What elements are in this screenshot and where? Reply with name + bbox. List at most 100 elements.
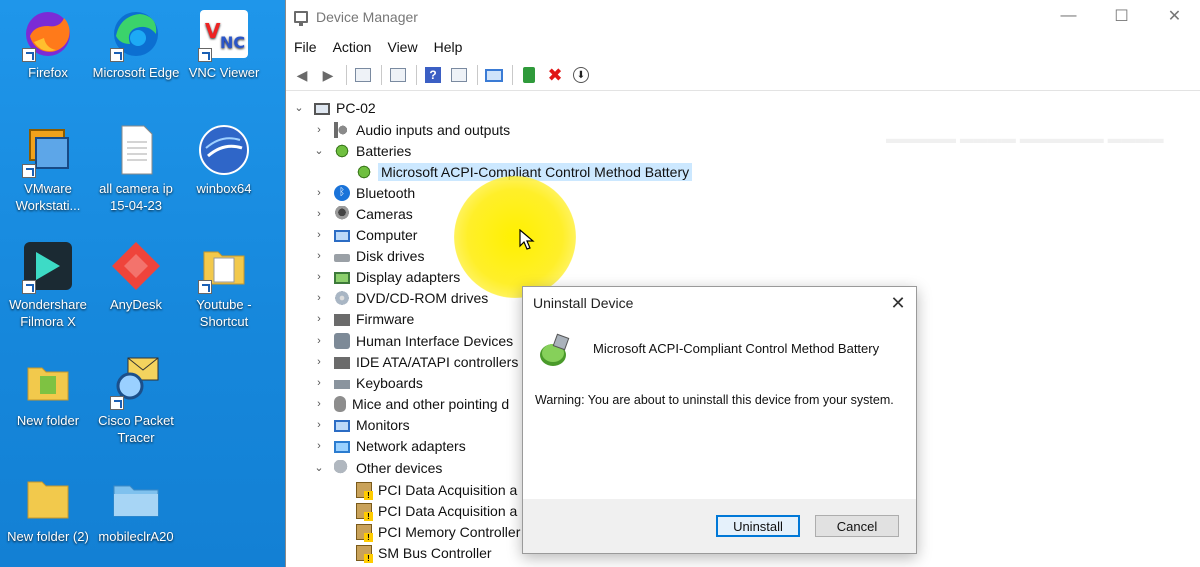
chevron-down-icon[interactable]: ⌄	[294, 101, 304, 114]
menu-view[interactable]: View	[387, 39, 417, 55]
tree-root[interactable]: ⌄ PC-02	[294, 97, 375, 118]
folder-icon	[108, 470, 164, 526]
tree-item-monitors[interactable]: › Monitors	[314, 414, 410, 435]
disable-device-button[interactable]: ⬇	[571, 65, 591, 85]
menu-action[interactable]: Action	[333, 39, 372, 55]
chevron-right-icon[interactable]: ›	[314, 187, 324, 199]
anydesk-icon	[108, 238, 164, 294]
winbox-icon	[196, 122, 252, 178]
properties-button[interactable]	[388, 65, 408, 85]
computer-icon	[314, 102, 330, 115]
keyboard-icon	[334, 380, 350, 389]
tree-item-label: Cameras	[356, 205, 413, 222]
chevron-right-icon[interactable]: ›	[314, 124, 324, 136]
minimize-button[interactable]: —	[1042, 0, 1095, 32]
chevron-right-icon[interactable]: ›	[314, 292, 324, 304]
cancel-button[interactable]: Cancel	[815, 515, 899, 537]
desktop-icon-label: Cisco Packet Tracer	[98, 413, 174, 445]
chevron-right-icon[interactable]: ›	[314, 335, 324, 347]
desktop-icon-youtube-shortcut[interactable]: Youtube - Shortcut	[178, 238, 270, 330]
tree-item-cameras[interactable]: › Cameras	[314, 203, 413, 224]
back-button[interactable]: ◀	[292, 65, 312, 85]
update-driver-button[interactable]	[519, 65, 539, 85]
tree-item-pci-memory-controller[interactable]: PCI Memory Controller	[356, 521, 520, 542]
toolbar: ◀ ▶ ? ✖ ⬇	[286, 60, 1200, 91]
desktop-icon-camera-file[interactable]: all camera ip 15-04-23	[90, 122, 182, 214]
folder-icon	[20, 354, 76, 410]
chevron-right-icon[interactable]: ›	[314, 377, 324, 389]
tree-item-label: Bluetooth	[356, 184, 416, 201]
tree-item-other-devices[interactable]: ⌄ Other devices	[314, 457, 442, 478]
forward-button[interactable]: ▶	[318, 65, 338, 85]
folder-icon	[196, 238, 252, 294]
tree-item-display-adapters[interactable]: › Display adapters	[314, 266, 460, 287]
desktop-icon-winbox[interactable]: winbox64	[178, 122, 270, 197]
menu-file[interactable]: File	[294, 39, 317, 55]
tree-item-label: PCI Data Acquisition a	[378, 481, 518, 498]
mouse-icon	[334, 395, 346, 412]
tree-item-sm-bus-controller[interactable]: SM Bus Controller	[356, 542, 492, 563]
chevron-right-icon[interactable]: ›	[314, 398, 324, 410]
red-x-icon: ✖	[547, 64, 563, 85]
help-button[interactable]: ?	[423, 65, 443, 85]
tree-item-pci-data-acquisition-2[interactable]: PCI Data Acquisition a	[356, 500, 517, 521]
chevron-right-icon[interactable]: ›	[314, 250, 324, 262]
tree-item-keyboards[interactable]: › Keyboards	[314, 372, 423, 393]
desktop-icon-label: Wondershare Filmora X	[9, 297, 87, 329]
chevron-right-icon[interactable]: ›	[314, 208, 324, 220]
uninstall-button[interactable]: Uninstall	[716, 515, 800, 537]
tree-item-firmware[interactable]: › Firmware	[314, 308, 414, 329]
menu-help[interactable]: Help	[434, 39, 463, 55]
desktop-icon-firefox[interactable]: Firefox	[2, 6, 94, 81]
chevron-down-icon[interactable]: ⌄	[314, 461, 324, 474]
tree-item-label: Audio inputs and outputs	[356, 121, 511, 138]
tree-item-ide-ata[interactable]: › IDE ATA/ATAPI controllers	[314, 351, 518, 372]
tree-item-network-adapters[interactable]: › Network adapters	[314, 435, 466, 456]
close-button[interactable]: ✕	[1148, 0, 1200, 32]
chevron-right-icon[interactable]: ›	[314, 356, 324, 368]
chevron-right-icon[interactable]: ›	[314, 271, 324, 283]
desktop-icon-anydesk[interactable]: AnyDesk	[90, 238, 182, 313]
desktop-icon-label: New folder	[16, 413, 80, 428]
shortcut-arrow-icon	[198, 280, 212, 294]
tree-item-bluetooth[interactable]: › ᛒ Bluetooth	[314, 182, 415, 203]
tree-item-computer[interactable]: › Computer	[314, 224, 417, 245]
maximize-button[interactable]: ☐	[1095, 0, 1148, 32]
chevron-right-icon[interactable]: ›	[314, 440, 324, 452]
desktop-icon-edge[interactable]: Microsoft Edge	[90, 6, 182, 81]
shortcut-arrow-icon	[110, 396, 124, 410]
tree-item-label: PCI Data Acquisition a	[378, 502, 518, 519]
warning-device-icon	[356, 502, 373, 521]
toolbar-separator	[381, 65, 382, 85]
firefox-icon	[20, 6, 76, 62]
chevron-right-icon[interactable]: ›	[314, 313, 324, 325]
chevron-right-icon[interactable]: ›	[314, 229, 324, 241]
scan-hardware-button[interactable]	[484, 65, 504, 85]
tree-item-label: Other devices	[356, 459, 443, 476]
show-hide-console-tree-button[interactable]	[353, 65, 373, 85]
chevron-right-icon[interactable]: ›	[314, 419, 324, 431]
tree-item-mice[interactable]: › Mice and other pointing d	[314, 393, 509, 414]
action-pane-button[interactable]	[449, 65, 469, 85]
desktop-icon-mobileclr[interactable]: mobileclrA20	[90, 470, 182, 545]
tree-item-disk-drives[interactable]: › Disk drives	[314, 245, 424, 266]
title-bar[interactable]: Device Manager — ☐ ✕	[286, 0, 1200, 33]
desktop-icon-vmware[interactable]: VMware Workstati...	[2, 122, 94, 214]
dialog-title-bar[interactable]: Uninstall Device	[523, 287, 916, 319]
vmware-icon	[20, 122, 76, 178]
uninstall-device-button[interactable]: ✖	[545, 65, 565, 85]
tree-item-audio[interactable]: › Audio inputs and outputs	[314, 119, 510, 140]
desktop-icon-new-folder[interactable]: New folder	[2, 354, 94, 429]
tree-item-batteries[interactable]: ⌄ Batteries	[314, 140, 411, 161]
desktop-icon-label: all camera ip 15-04-23	[99, 181, 173, 213]
desktop-icon-new-folder-2[interactable]: New folder (2)	[2, 470, 94, 545]
desktop-icon-filmora[interactable]: Wondershare Filmora X	[2, 238, 94, 330]
tree-item-dvd-cd-rom[interactable]: › DVD/CD-ROM drives	[314, 287, 488, 308]
tree-item-pci-data-acquisition-1[interactable]: PCI Data Acquisition a	[356, 479, 517, 500]
dialog-close-button[interactable]: ✕	[880, 287, 916, 319]
desktop-icon-cisco-packet-tracer[interactable]: Cisco Packet Tracer	[90, 354, 182, 446]
chevron-down-icon[interactable]: ⌄	[314, 144, 324, 157]
tree-item-hid[interactable]: › Human Interface Devices	[314, 330, 513, 351]
hid-icon	[334, 332, 350, 349]
desktop-icon-vnc-viewer[interactable]: V NC VNC Viewer	[178, 6, 270, 81]
